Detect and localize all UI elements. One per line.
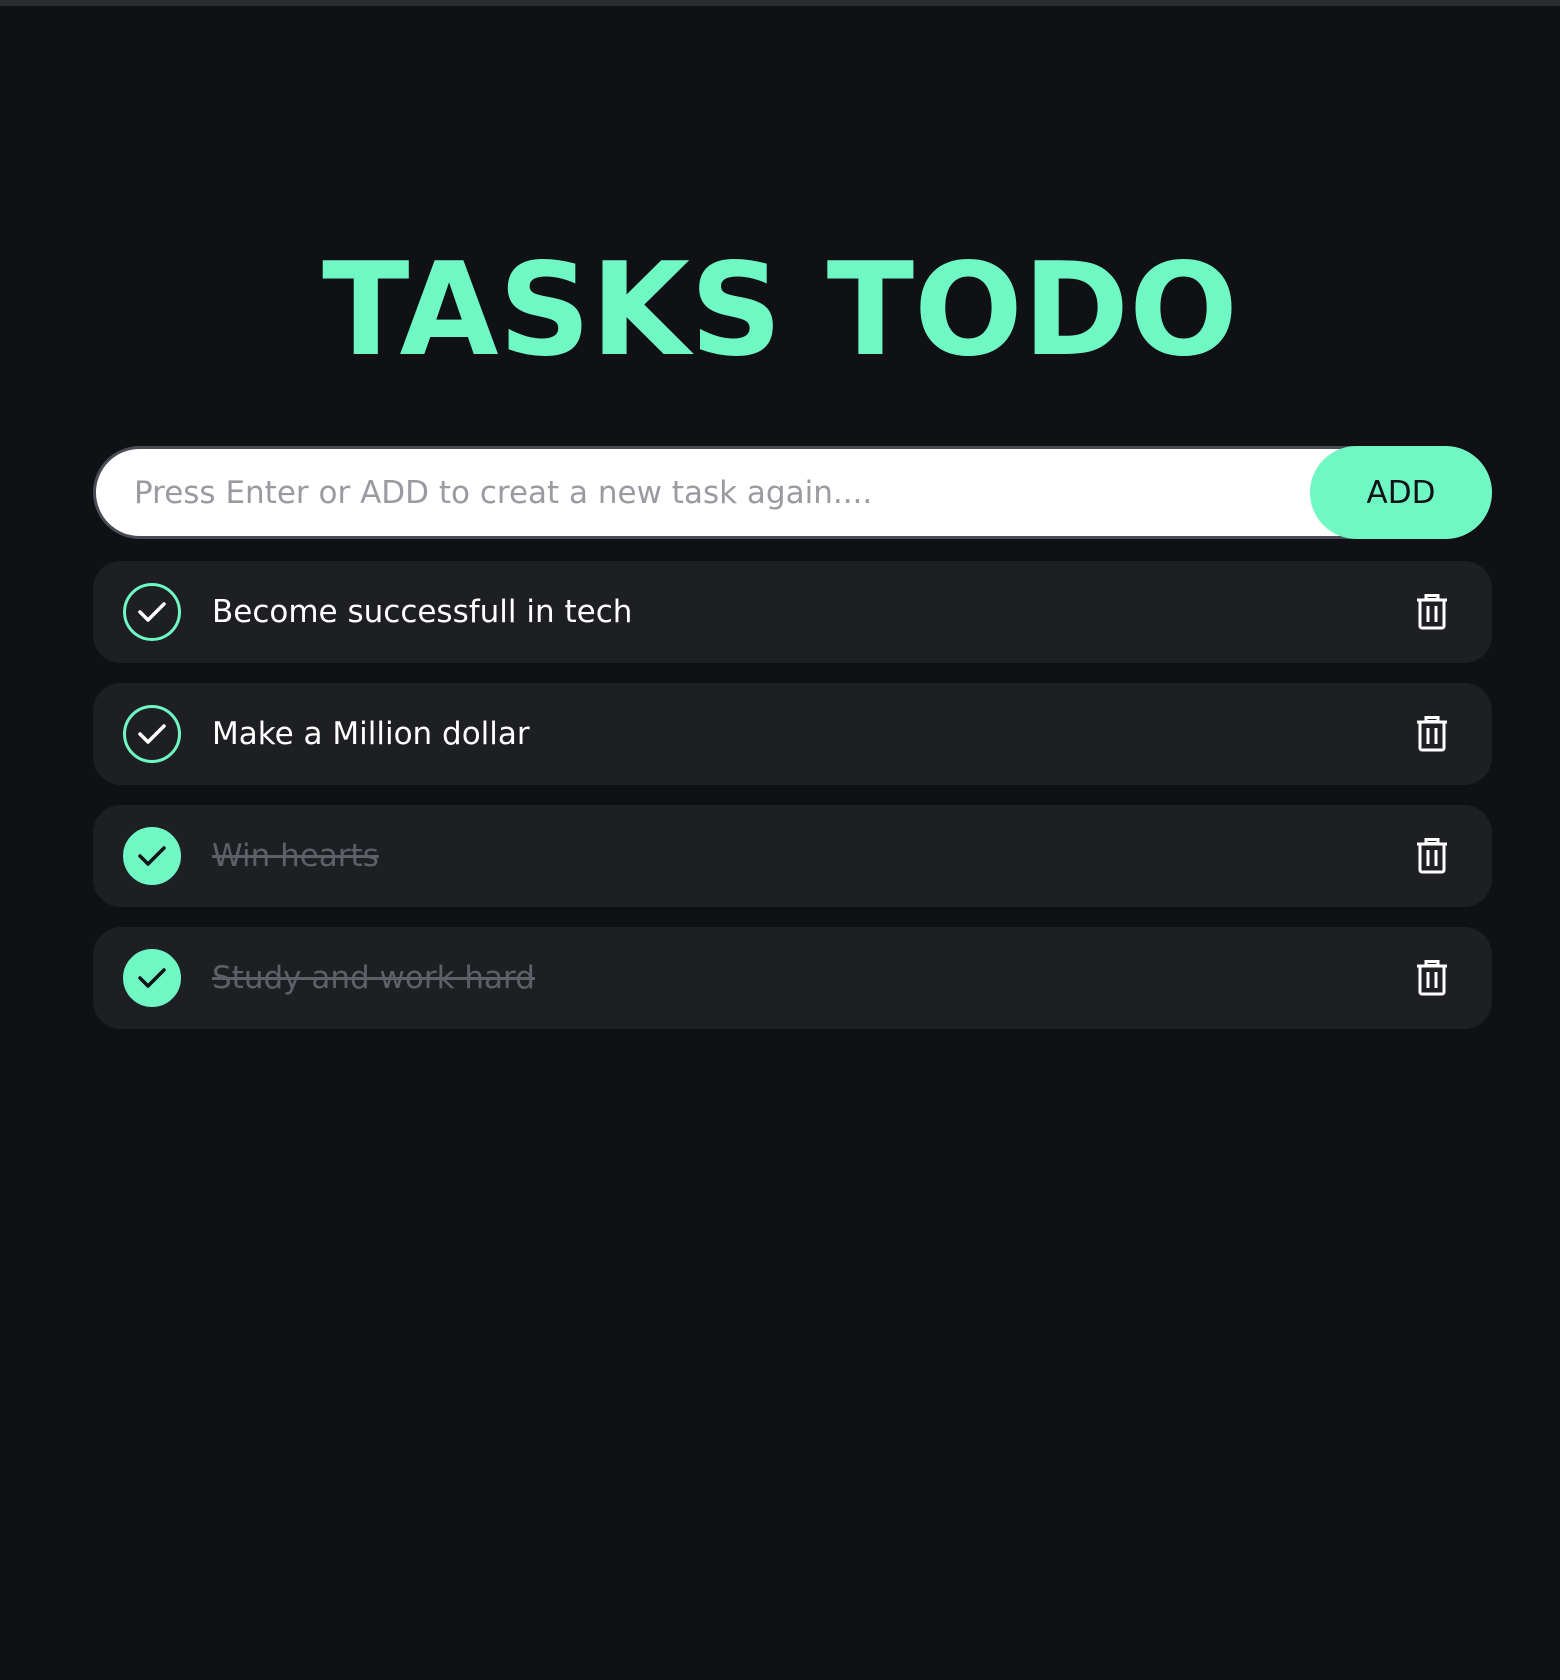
task-list: Become successfull in tech Make a Millio… (93, 561, 1492, 1049)
task-text: Win hearts (212, 838, 379, 874)
trash-icon (1417, 716, 1447, 752)
delete-task-button[interactable] (1414, 593, 1450, 631)
trash-icon (1417, 838, 1447, 874)
add-task-button[interactable]: ADD (1310, 446, 1492, 539)
task-text: Become successfull in tech (212, 594, 633, 630)
task-toggle-checkbox[interactable] (123, 827, 181, 885)
task-text: Study and work hard (212, 960, 535, 996)
task-toggle-checkbox[interactable] (123, 949, 181, 1007)
check-icon (138, 846, 166, 866)
delete-task-button[interactable] (1414, 959, 1450, 997)
task-toggle-checkbox[interactable] (123, 583, 181, 641)
trash-icon (1417, 594, 1447, 630)
todo-app: TASKS TODO ADD Become successfull in tec… (0, 6, 1560, 1680)
page-title: TASKS TODO (322, 236, 1238, 385)
task-item: Make a Million dollar (93, 683, 1492, 785)
task-text: Make a Million dollar (212, 716, 530, 752)
task-toggle-checkbox[interactable] (123, 705, 181, 763)
task-item: Win hearts (93, 805, 1492, 907)
task-item: Study and work hard (93, 927, 1492, 1029)
check-icon (138, 602, 166, 622)
check-icon (138, 968, 166, 988)
new-task-form: ADD (93, 446, 1492, 539)
new-task-input[interactable] (93, 446, 1492, 539)
check-icon (138, 724, 166, 744)
trash-icon (1417, 960, 1447, 996)
task-item: Become successfull in tech (93, 561, 1492, 663)
delete-task-button[interactable] (1414, 715, 1450, 753)
delete-task-button[interactable] (1414, 837, 1450, 875)
